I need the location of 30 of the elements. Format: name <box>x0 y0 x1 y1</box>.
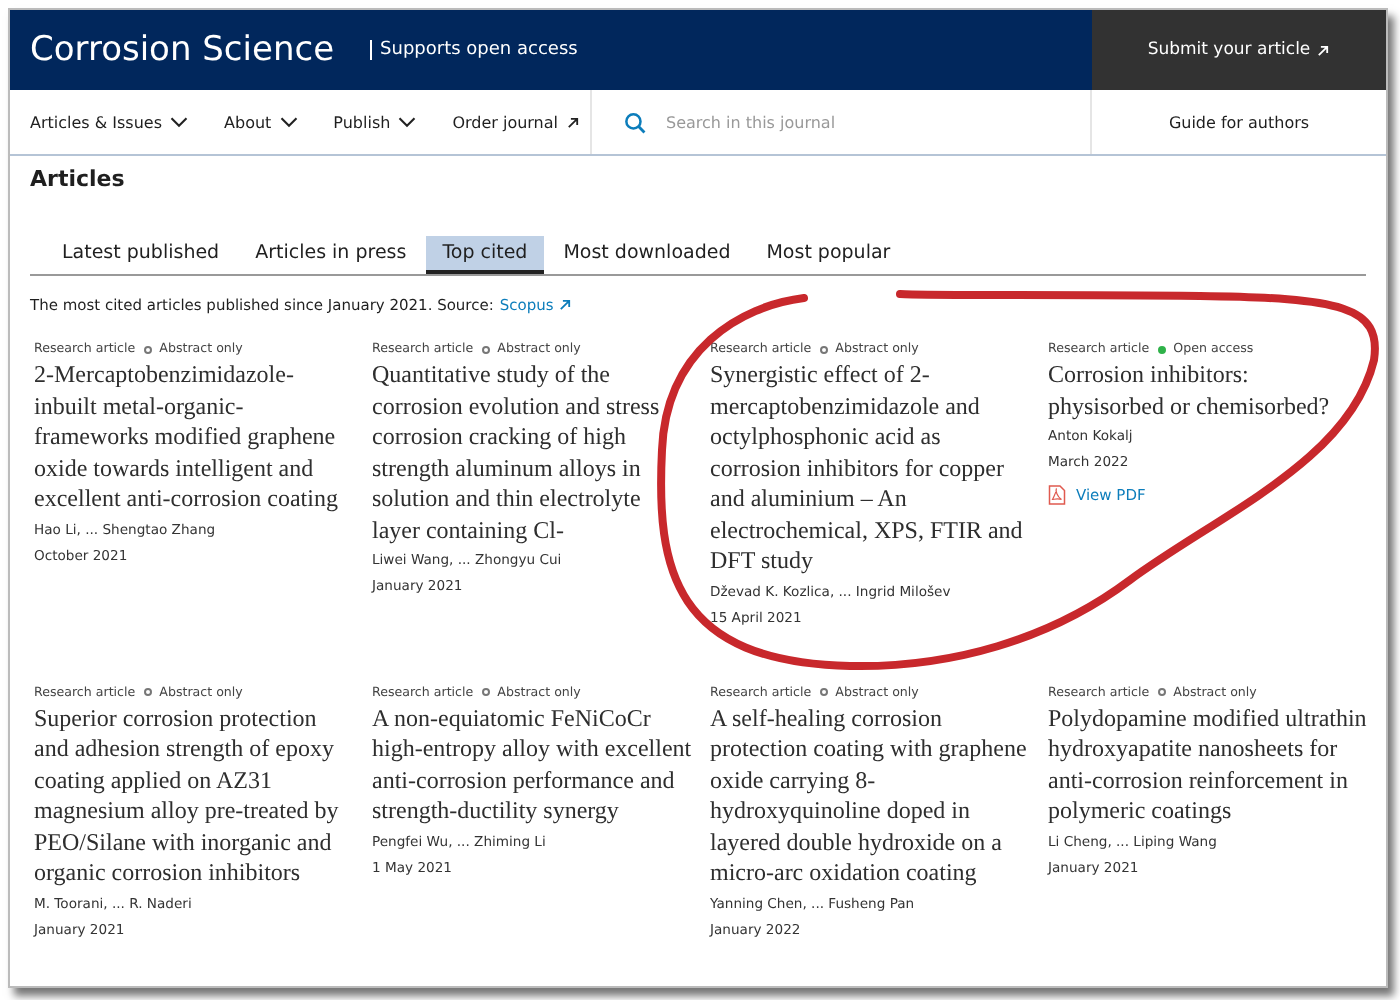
tagline: Supports open access <box>370 40 578 60</box>
article-title-link[interactable]: Corrosion inhibitors: physisorbed or chemisorbed? <box>1048 360 1368 422</box>
chevron-down-icon <box>279 116 298 128</box>
external-link-icon <box>557 298 572 312</box>
tab[interactable]: Latest published <box>46 236 236 274</box>
external-link-icon <box>1316 43 1331 57</box>
article-title-link[interactable]: 2-Mercaptobenzimidazole-inbuilt metal-organic-frameworks modified graphene oxide towards intelligent and excellent anti-corrosion coating <box>34 360 354 515</box>
journal-title[interactable]: Corrosion Science <box>30 30 335 70</box>
article-title-link[interactable]: A non-equiatomic FeNiCoCr high-entropy alloy with excellent anti-corrosion performance and strength-ductility synergy <box>372 703 692 827</box>
article-title-link[interactable]: Synergistic effect of 2-mercaptobenzimidazole and octylphosphonic acid as corrosion inhibitors for copper and aluminium – An electrochemical, XPS, FTIR and DFT study <box>710 360 1030 577</box>
nav-menu-item[interactable]: Publish <box>333 113 417 131</box>
nav-menu-item[interactable]: About <box>224 113 298 131</box>
nav-menu-item[interactable]: Articles & Issues <box>30 113 189 131</box>
search-icon <box>624 111 646 133</box>
article-title-link[interactable]: Superior corrosion protection and adhesion strength of epoxy coating applied on AZ31 magnesium alloy pre-treated by PEO/Silane with inorganic and organic corrosion inhibitors <box>34 703 354 889</box>
article-title-link[interactable]: A self-healing corrosion protection coating with graphene oxide carrying 8-hydroxyquinoline doped in layered double hydroxide on a micro-arc oxidation coating <box>710 703 1030 889</box>
article-title-link[interactable]: Polydopamine modified ultrathin hydroxyapatite nanosheets for anti-corrosion reinforcement in polymeric coatings <box>1048 703 1368 827</box>
tab[interactable]: Most popular <box>750 236 907 274</box>
section-title: Articles <box>30 166 127 192</box>
tab[interactable]: Articles in press <box>239 236 423 274</box>
pdf-file-icon <box>1048 484 1066 506</box>
chevron-down-icon <box>398 116 417 128</box>
article-title-link[interactable]: Quantitative study of the corrosion evolution and stress corrosion cracking of high strength aluminum alloys in solution and thin electrolyte layer containing Cl- <box>372 360 692 546</box>
submit-article-button[interactable]: Submit your article <box>1092 10 1386 90</box>
tab[interactable]: Most downloaded <box>547 236 747 274</box>
guide-for-authors-link[interactable]: Guide for authors <box>1092 90 1386 154</box>
chevron-down-icon <box>170 116 189 128</box>
tab[interactable]: Top cited <box>426 236 544 274</box>
external-link-icon <box>566 115 580 129</box>
nav-menu-item[interactable]: Order journal <box>452 113 580 131</box>
